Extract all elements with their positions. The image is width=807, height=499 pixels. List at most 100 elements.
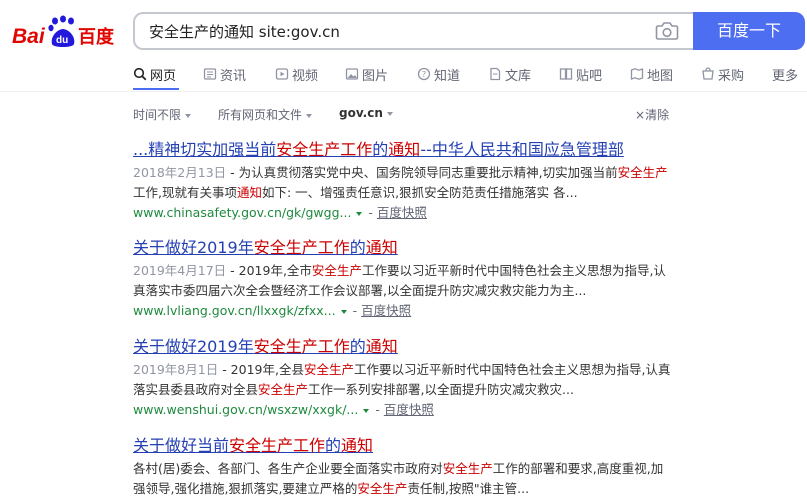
tab-images[interactable]: 图片 xyxy=(345,62,388,86)
tab-video[interactable]: 视频 xyxy=(275,62,318,86)
clear-label: 清除 xyxy=(645,108,670,122)
result-source: www.lvliang.gov.cn/llxxgk/zfxx... - 百度快照 xyxy=(133,303,412,318)
purchase-icon xyxy=(702,67,714,80)
time-filter[interactable]: 时间不限 xyxy=(133,106,192,123)
chevron-down-icon[interactable] xyxy=(340,309,347,314)
clear-filters-button[interactable]: ×清除 xyxy=(635,106,669,123)
snapshot-link[interactable]: 百度快照 xyxy=(384,402,434,417)
text-run: ...精神切实加强当前 xyxy=(133,140,277,159)
search-button[interactable]: 百度一下 xyxy=(693,12,805,50)
result-source: www.chinasafety.gov.cn/gk/gwgg... - 百度快照 xyxy=(133,205,427,220)
tab-label: 文库 xyxy=(505,68,532,84)
result-item: 关于做好2019年安全生产工作的通知 2019年8月1日 - 2019年,全县安… xyxy=(133,337,807,420)
result-url[interactable]: www.lvliang.gov.cn/llxxgk/zfxx... xyxy=(133,303,336,318)
search-box[interactable] xyxy=(133,12,693,50)
highlighted-keyword: 通知 xyxy=(365,238,398,257)
highlighted-keyword: 安全生产工作 xyxy=(253,238,350,257)
chevron-down-icon xyxy=(306,113,313,118)
search-input[interactable] xyxy=(149,14,649,48)
snapshot-link[interactable]: 百度快照 xyxy=(361,303,411,318)
text-run: 的 xyxy=(325,436,342,455)
search-filters: 时间不限 所有网页和文件 gov.cn xyxy=(133,106,673,124)
tab-more[interactable]: 更多 xyxy=(772,62,798,86)
tab-zhidao[interactable]: ? 知道 xyxy=(417,62,460,86)
text-run: 的 xyxy=(349,238,366,257)
highlighted-keyword: 安全生产 xyxy=(311,263,362,278)
tab-label: 资讯 xyxy=(220,68,247,84)
search-icon xyxy=(133,67,147,81)
text-run: 关于做好当前 xyxy=(133,436,230,455)
result-abstract: 各村(居)委会、各部门、各生产企业要全面落实市政府对安全生产工作的部署和要求,高… xyxy=(133,459,673,499)
result-abstract-text: 各村(居)委会、各部门、各生产企业要全面落实市政府对安全生产工作的部署和要求,高… xyxy=(133,461,663,496)
tab-label: 知道 xyxy=(434,68,461,84)
tab-web[interactable]: 网页 xyxy=(133,62,176,86)
tieba-icon xyxy=(559,68,573,80)
highlighted-keyword: 安全生产 xyxy=(357,481,408,496)
text-run: 工作一系列安排部署,以全面提升防灾减灾救灾... xyxy=(308,382,574,397)
baidu-logo-graphic: Bai du 百度 xyxy=(12,15,115,48)
text-run: 责任制,按照"谁主管... xyxy=(407,481,530,496)
baidu-logo[interactable]: Bai du 百度 xyxy=(12,14,116,52)
highlighted-keyword: 通知 xyxy=(341,436,374,455)
tab-label: 采购 xyxy=(718,68,745,84)
highlighted-keyword: 通知 xyxy=(236,185,262,200)
tab-label: 图片 xyxy=(362,68,389,84)
result-abstract: 2018年2月13日 - 为认真贯彻落实党中央、国务院领导同志重要批示精神,切实… xyxy=(133,163,673,203)
site-filter[interactable]: gov.cn xyxy=(339,106,393,120)
chevron-down-icon[interactable] xyxy=(363,408,370,413)
highlighted-keyword: 安全生产 xyxy=(303,362,354,377)
tab-label: 地图 xyxy=(647,68,674,84)
highlighted-keyword: 通知 xyxy=(388,140,421,159)
text-run: - 2019年,全市 xyxy=(226,263,312,278)
text-run: 如下: 一、增强责任意识,狠抓安全防范责任措施落实 各... xyxy=(262,185,578,200)
image-icon xyxy=(345,68,359,80)
highlighted-keyword: 安全生产 xyxy=(258,382,309,397)
text-run: - 为认真贯彻落实党中央、国务院领导同志重要批示精神,切实加强当前 xyxy=(226,165,618,180)
text-run: 各村(居)委会、各部门、各生产企业要全面落实市政府对 xyxy=(133,461,443,476)
text-run: - 2019年,全县 xyxy=(218,362,304,377)
tab-label: 更多 xyxy=(772,68,799,84)
tab-wenku[interactable]: 文库 xyxy=(488,62,531,86)
result-date: 2018年2月13日 xyxy=(133,165,227,180)
site-filter-label: gov.cn xyxy=(339,106,383,120)
text-run: 关于做好2019年 xyxy=(133,337,254,356)
document-icon xyxy=(490,67,501,81)
scope-filter-label: 所有网页和文件 xyxy=(218,108,303,122)
map-icon xyxy=(630,68,644,80)
tab-map[interactable]: 地图 xyxy=(630,62,673,86)
result-item: 关于做好2019年安全生产工作的通知 2019年4月17日 - 2019年,全市… xyxy=(133,238,807,321)
tab-tieba[interactable]: 贴吧 xyxy=(559,62,602,86)
result-title-link[interactable]: 关于做好2019年安全生产工作的通知 xyxy=(133,238,807,258)
result-abstract: 2019年8月1日 - 2019年,全县安全生产工作要以习近平新时代中国特色社会… xyxy=(133,360,673,400)
highlighted-keyword: 安全生产 xyxy=(617,165,668,180)
active-tab-indicator xyxy=(133,88,179,90)
tab-news[interactable]: 资讯 xyxy=(203,62,246,86)
result-url[interactable]: www.chinasafety.gov.cn/gk/gwgg... xyxy=(133,205,351,220)
result-title-link[interactable]: 关于做好当前安全生产工作的通知 xyxy=(133,436,807,456)
logo-text-du: du xyxy=(56,35,68,46)
result-item: 关于做好当前安全生产工作的通知 各村(居)委会、各部门、各生产企业要全面落实市政… xyxy=(133,436,807,499)
chevron-down-icon[interactable] xyxy=(356,211,363,216)
text-run: --中华人民共和国应急管理部 xyxy=(420,140,624,159)
tab-label: 贴吧 xyxy=(576,68,603,84)
highlighted-keyword: 通知 xyxy=(365,337,398,356)
search-tabs: 网页 资讯 视频 图片 ? 知道 文库 贴吧 地图 采购 更多 xyxy=(133,62,807,90)
result-title-link[interactable]: 关于做好2019年安全生产工作的通知 xyxy=(133,337,807,357)
news-icon xyxy=(203,68,217,80)
question-icon: ? xyxy=(417,67,431,81)
scope-filter[interactable]: 所有网页和文件 xyxy=(218,106,313,123)
result-title-link[interactable]: ...精神切实加强当前安全生产工作的通知--中华人民共和国应急管理部 xyxy=(133,140,807,160)
camera-icon[interactable] xyxy=(655,21,679,41)
snapshot-link[interactable]: 百度快照 xyxy=(377,205,427,220)
text-run: 的 xyxy=(349,337,366,356)
result-url[interactable]: www.wenshui.gov.cn/wsxzw/xxgk/... xyxy=(133,402,358,417)
result-source: www.wenshui.gov.cn/wsxzw/xxgk/... - 百度快照 xyxy=(133,402,434,417)
svg-text:?: ? xyxy=(422,70,426,79)
tab-purchase[interactable]: 采购 xyxy=(701,62,744,86)
tab-label: 网页 xyxy=(150,68,177,84)
tab-label: 视频 xyxy=(292,68,319,84)
text-run: 关于做好2019年 xyxy=(133,238,254,257)
result-item: ...精神切实加强当前安全生产工作的通知--中华人民共和国应急管理部 2018年… xyxy=(133,140,807,223)
header-divider xyxy=(0,91,807,92)
highlighted-keyword: 安全生产 xyxy=(442,461,493,476)
